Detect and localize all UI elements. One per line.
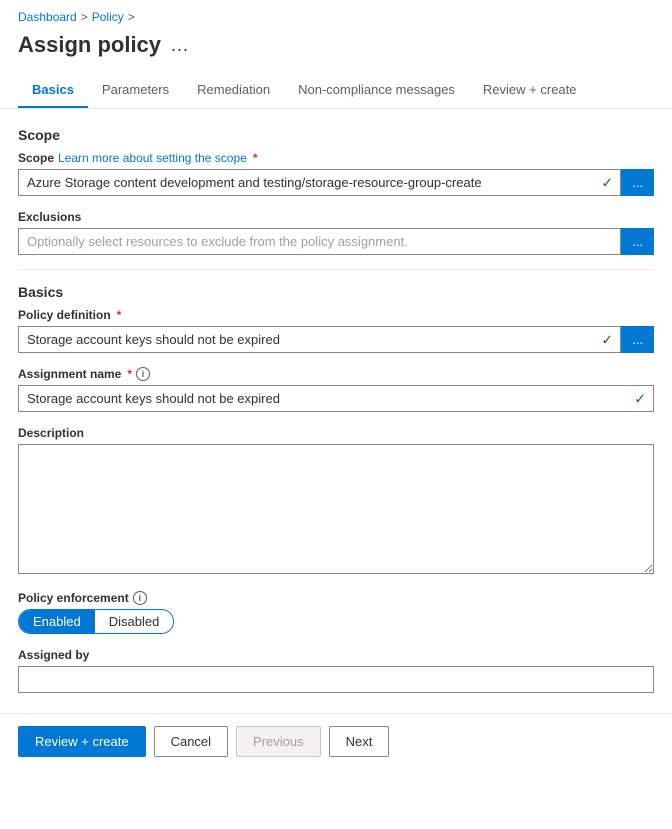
policy-def-check-icon: ✓ — [601, 331, 613, 348]
tab-parameters[interactable]: Parameters — [88, 74, 183, 108]
exclusions-input-row: ... — [18, 228, 654, 255]
assignment-name-label: Assignment name * i — [18, 367, 654, 381]
exclusions-label: Exclusions — [18, 210, 654, 224]
policy-def-input-row: ✓ ... — [18, 326, 654, 353]
scope-label: Scope Learn more about setting the scope… — [18, 151, 654, 165]
policy-def-input[interactable] — [18, 326, 621, 353]
scope-browse-button[interactable]: ... — [621, 169, 654, 196]
divider-1 — [18, 269, 654, 270]
description-textarea[interactable] — [18, 444, 654, 574]
tab-remediation[interactable]: Remediation — [183, 74, 284, 108]
tab-basics[interactable]: Basics — [18, 74, 88, 108]
toggle-enabled[interactable]: Enabled — [19, 610, 95, 633]
policy-def-input-wrapper: ✓ — [18, 326, 621, 353]
assignment-name-input-wrapper: ✓ — [18, 385, 654, 412]
scope-section-title: Scope — [18, 127, 654, 143]
exclusions-browse-button[interactable]: ... — [621, 228, 654, 255]
description-field-group: Description — [18, 426, 654, 577]
cancel-button[interactable]: Cancel — [154, 726, 228, 757]
assigned-by-input[interactable] — [18, 666, 654, 693]
description-label: Description — [18, 426, 654, 440]
basics-section: Basics Policy definition * ✓ ... Assignm… — [18, 284, 654, 693]
assignment-name-info-icon[interactable]: i — [136, 367, 150, 381]
content-area: Scope Scope Learn more about setting the… — [0, 109, 672, 693]
assignment-name-input[interactable] — [18, 385, 654, 412]
tab-review-create[interactable]: Review + create — [469, 74, 591, 108]
description-label-text: Description — [18, 426, 84, 440]
next-button[interactable]: Next — [329, 726, 390, 757]
assigned-by-label-text: Assigned by — [18, 648, 89, 662]
scope-label-text: Scope — [18, 151, 54, 165]
basics-section-title: Basics — [18, 284, 654, 300]
policy-enforcement-field-group: Policy enforcement i Enabled Disabled — [18, 591, 654, 634]
review-create-button[interactable]: Review + create — [18, 726, 146, 757]
breadcrumb-dashboard[interactable]: Dashboard — [18, 10, 77, 24]
assignment-name-label-text: Assignment name — [18, 367, 121, 381]
previous-button: Previous — [236, 726, 321, 757]
page-title: Assign policy — [18, 32, 161, 58]
breadcrumb-policy[interactable]: Policy — [92, 10, 124, 24]
assigned-by-label: Assigned by — [18, 648, 654, 662]
tab-non-compliance[interactable]: Non-compliance messages — [284, 74, 469, 108]
policy-def-label-text: Policy definition — [18, 308, 111, 322]
policy-enforcement-label-text: Policy enforcement — [18, 591, 129, 605]
policy-def-label: Policy definition * — [18, 308, 654, 322]
scope-input-wrapper: ✓ — [18, 169, 621, 196]
policy-def-field-group: Policy definition * ✓ ... — [18, 308, 654, 353]
policy-def-browse-button[interactable]: ... — [621, 326, 654, 353]
scope-learn-more-link[interactable]: Learn more about setting the scope — [58, 151, 247, 165]
scope-check-icon: ✓ — [601, 174, 613, 191]
assignment-name-required: * — [127, 367, 132, 381]
scope-field-group: Scope Learn more about setting the scope… — [18, 151, 654, 196]
exclusions-field-group: Exclusions ... — [18, 210, 654, 255]
page-title-area: Assign policy ... — [0, 28, 672, 74]
scope-input[interactable] — [18, 169, 621, 196]
exclusions-label-text: Exclusions — [18, 210, 81, 224]
toggle-disabled[interactable]: Disabled — [95, 610, 174, 633]
enforcement-toggle-group: Enabled Disabled — [18, 609, 174, 634]
scope-section: Scope Scope Learn more about setting the… — [18, 127, 654, 255]
scope-required: * — [253, 151, 258, 165]
footer: Review + create Cancel Previous Next — [0, 713, 672, 769]
exclusions-input[interactable] — [18, 228, 621, 255]
more-options-button[interactable]: ... — [171, 35, 189, 56]
scope-input-row: ✓ ... — [18, 169, 654, 196]
breadcrumb-sep1: > — [81, 10, 88, 24]
tab-bar: Basics Parameters Remediation Non-compli… — [0, 74, 672, 109]
breadcrumb: Dashboard > Policy > — [0, 0, 672, 28]
breadcrumb-sep2: > — [128, 10, 135, 24]
policy-def-required: * — [117, 308, 122, 322]
assigned-by-field-group: Assigned by — [18, 648, 654, 693]
assignment-name-check-icon: ✓ — [634, 390, 646, 407]
policy-enforcement-info-icon[interactable]: i — [133, 591, 147, 605]
assignment-name-field-group: Assignment name * i ✓ — [18, 367, 654, 412]
policy-enforcement-label: Policy enforcement i — [18, 591, 654, 605]
